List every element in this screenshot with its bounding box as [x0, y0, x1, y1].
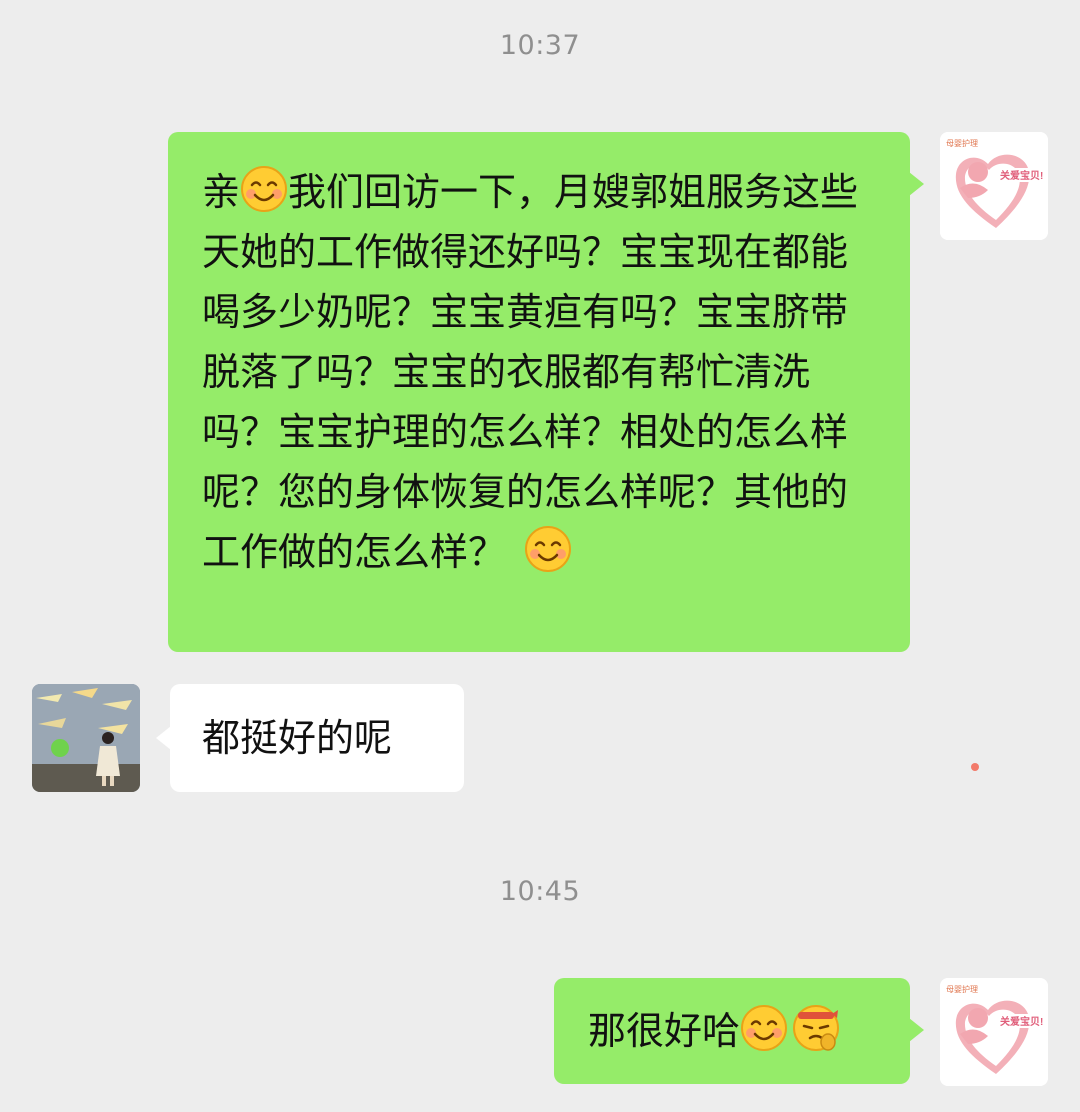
logo-small-text: 母婴护理 — [946, 138, 978, 148]
outgoing-message-bubble[interactable]: 亲我们回访一下，月嫂郭姐服务这些天她的工作做得还好吗？宝宝现在都能喝多少奶呢？宝… — [168, 132, 924, 652]
timestamp: 10:45 — [499, 876, 581, 907]
timestamp: 10:37 — [499, 30, 581, 61]
logo-banner-text: 关爱宝贝! — [1000, 169, 1043, 182]
smile-emoji-icon — [240, 165, 288, 213]
outgoing-message-bubble[interactable]: 那很好哈 — [554, 978, 924, 1084]
contact-avatar[interactable] — [32, 684, 140, 792]
chat-view: 10:37 亲我们回访一下，月嫂郭姐服务这些天她的工作做得还好吗？宝宝现在都能喝… — [0, 0, 1080, 1112]
smile-emoji-icon — [740, 1004, 788, 1052]
contact-photo-icon — [32, 684, 140, 792]
message-text: 都挺好的呢 — [202, 716, 393, 760]
heart-logo-icon: 母婴护理 关爱宝贝! — [940, 132, 1048, 240]
message-text: 那很好哈 — [588, 1009, 741, 1053]
incoming-message-bubble[interactable]: 都挺好的呢 — [156, 684, 464, 792]
self-avatar[interactable]: 母婴护理 关爱宝贝! — [940, 978, 1048, 1086]
unread-dot — [971, 763, 979, 771]
self-avatar[interactable]: 母婴护理 关爱宝贝! — [940, 132, 1048, 240]
logo-small-text: 母婴护理 — [946, 984, 978, 994]
logo-banner-text: 关爱宝贝! — [1000, 1015, 1043, 1028]
message-greeting: 亲 — [202, 170, 241, 214]
facepalm-emoji-icon — [792, 1004, 840, 1052]
message-text: 我们回访一下，月嫂郭姐服务这些天她的工作做得还好吗？宝宝现在都能喝多少奶呢？宝宝… — [202, 170, 859, 574]
heart-logo-icon: 母婴护理 关爱宝贝! — [940, 978, 1048, 1086]
smile-emoji-icon — [524, 525, 572, 573]
